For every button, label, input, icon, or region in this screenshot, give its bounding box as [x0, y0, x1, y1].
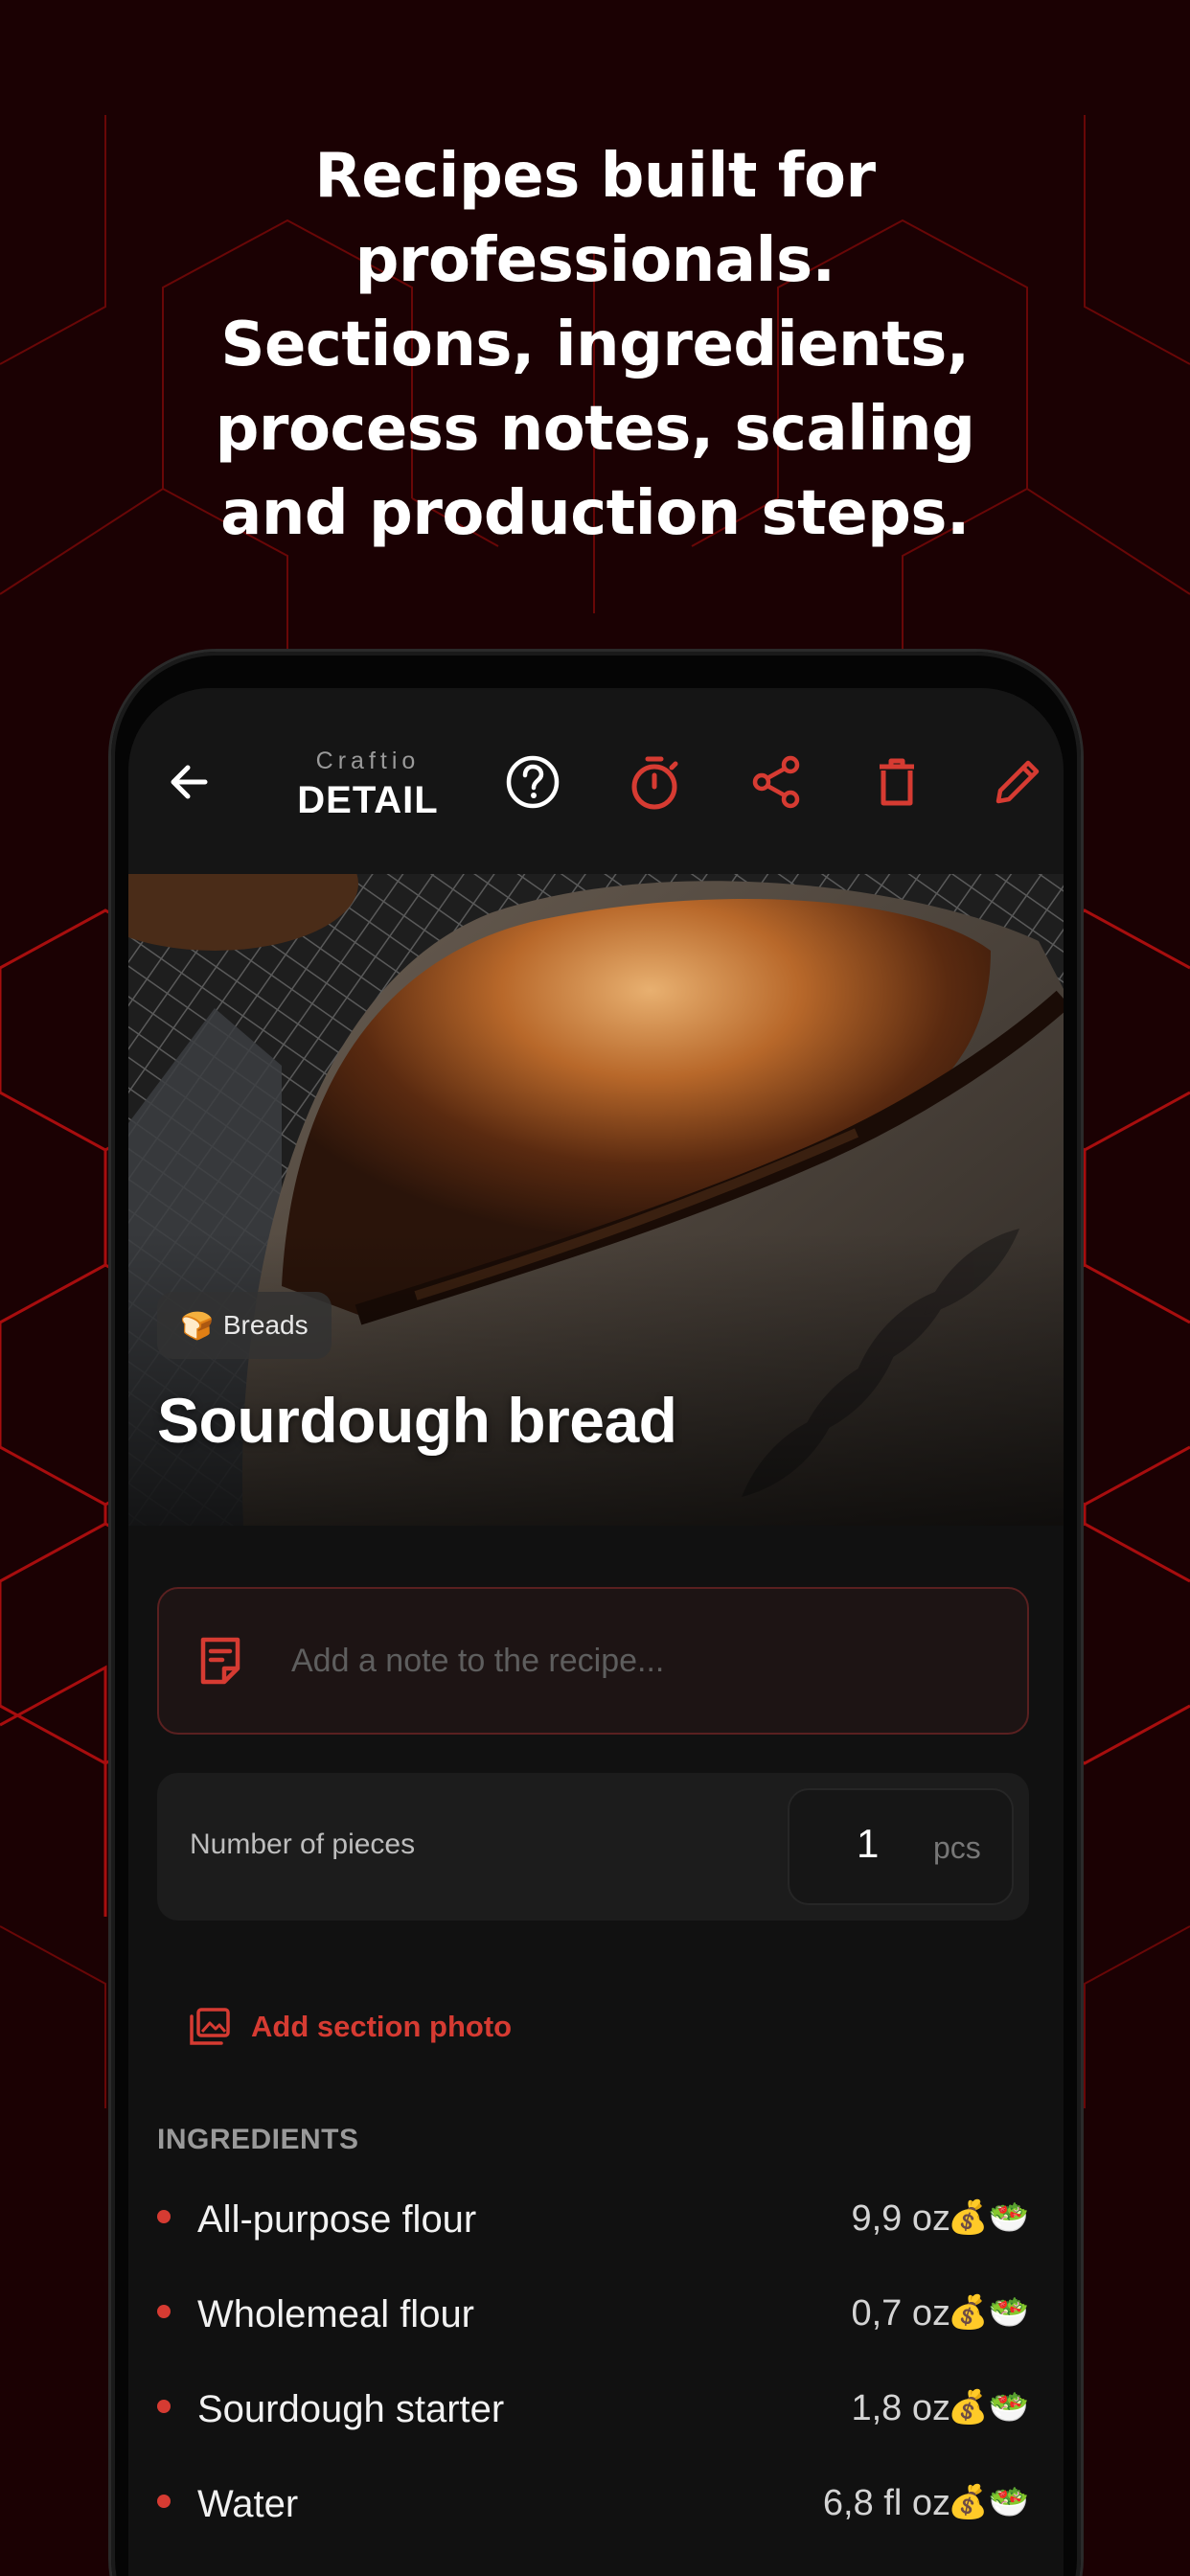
pieces-input[interactable]: 1 pcs: [788, 1788, 1014, 1905]
cost-salad-icon: 💰🥗: [948, 2389, 1029, 2426]
delete-button[interactable]: [862, 748, 931, 816]
ingredient-quantity: 1,8 oz: [851, 2388, 950, 2428]
share-button[interactable]: [742, 748, 811, 816]
bullet: [157, 2400, 171, 2413]
help-button[interactable]: [498, 748, 567, 816]
back-button[interactable]: [155, 748, 224, 816]
promo-canvas: Recipes built for professionals. Section…: [0, 0, 1190, 2576]
timer-button[interactable]: [620, 748, 689, 816]
headline-line: Recipes built for: [314, 141, 876, 212]
brand-label: Craftio: [315, 748, 421, 774]
add-section-photo-button[interactable]: Add section photo: [188, 2005, 512, 2049]
app-bar: Craftio DETAIL: [128, 688, 1064, 874]
trash-icon: [880, 758, 914, 806]
cost-salad-icon: 💰🥗: [948, 2199, 1029, 2236]
note-icon: [200, 1637, 240, 1685]
category-chip[interactable]: 🍞 Breads: [157, 1292, 332, 1359]
ingredient-name: All-purpose flour: [197, 2198, 477, 2241]
recipe-hero-image: 🍞 Breads Sourdough bread: [128, 874, 1064, 1526]
headline-line: professionals.: [355, 225, 835, 296]
pencil-icon: [995, 760, 1040, 804]
add-section-photo-label: Add section photo: [251, 2010, 513, 2043]
ingredient-row[interactable]: Wholemeal flour 0,7 oz 💰🥗: [157, 2276, 1029, 2353]
cost-salad-icon: 💰🥗: [948, 2294, 1029, 2331]
photo-library-icon: [190, 2008, 230, 2045]
arrow-left-icon: [171, 765, 208, 799]
ingredient-name: Water: [197, 2483, 299, 2525]
note-input[interactable]: [291, 1642, 962, 1680]
page-title: DETAIL: [297, 779, 439, 821]
ingredient-row[interactable]: All-purpose flour 9,9 oz 💰🥗: [157, 2181, 1029, 2258]
app-screen: Craftio DETAIL 🍞 Breads Sourdough bread …: [128, 688, 1064, 2576]
share-icon: [752, 755, 800, 809]
pieces-unit: pcs: [933, 1830, 981, 1865]
ingredient-row[interactable]: Water 6,8 fl oz 💰🥗: [157, 2466, 1029, 2542]
headline-line: and production steps.: [220, 478, 970, 549]
ingredient-name: Sourdough starter: [197, 2388, 505, 2430]
edit-button[interactable]: [983, 748, 1052, 816]
ingredient-row[interactable]: Sourdough starter 1,8 oz 💰🥗: [157, 2371, 1029, 2448]
promo-headline: Recipes built for professionals. Section…: [0, 134, 1190, 556]
ingredients-heading: INGREDIENTS: [157, 2124, 359, 2155]
headline-line: Sections, ingredients,: [220, 310, 970, 380]
bread-icon: 🍞: [180, 1310, 214, 1341]
recipe-title: Sourdough bread: [157, 1385, 677, 1456]
headline-line: process notes, scaling: [215, 394, 975, 465]
bullet: [157, 2305, 171, 2318]
category-label: Breads: [222, 1310, 309, 1340]
pieces-label: Number of pieces: [190, 1828, 416, 1860]
help-circle-icon: [506, 755, 560, 809]
bullet: [157, 2210, 171, 2223]
recipe-note-field[interactable]: [157, 1587, 1029, 1735]
ingredient-quantity: 9,9 oz: [851, 2198, 950, 2239]
timer-icon: [631, 756, 678, 810]
ingredient-name: Wholemeal flour: [197, 2293, 475, 2335]
bullet: [157, 2495, 171, 2508]
cost-salad-icon: 💰🥗: [948, 2484, 1029, 2520]
ingredient-quantity: 0,7 oz: [851, 2293, 950, 2334]
ingredient-quantity: 6,8 fl oz: [822, 2483, 950, 2523]
pieces-value: 1: [857, 1821, 880, 1866]
app-bar-title: Craftio DETAIL: [272, 748, 464, 822]
number-of-pieces-row: Number of pieces 1 pcs: [157, 1773, 1029, 1920]
